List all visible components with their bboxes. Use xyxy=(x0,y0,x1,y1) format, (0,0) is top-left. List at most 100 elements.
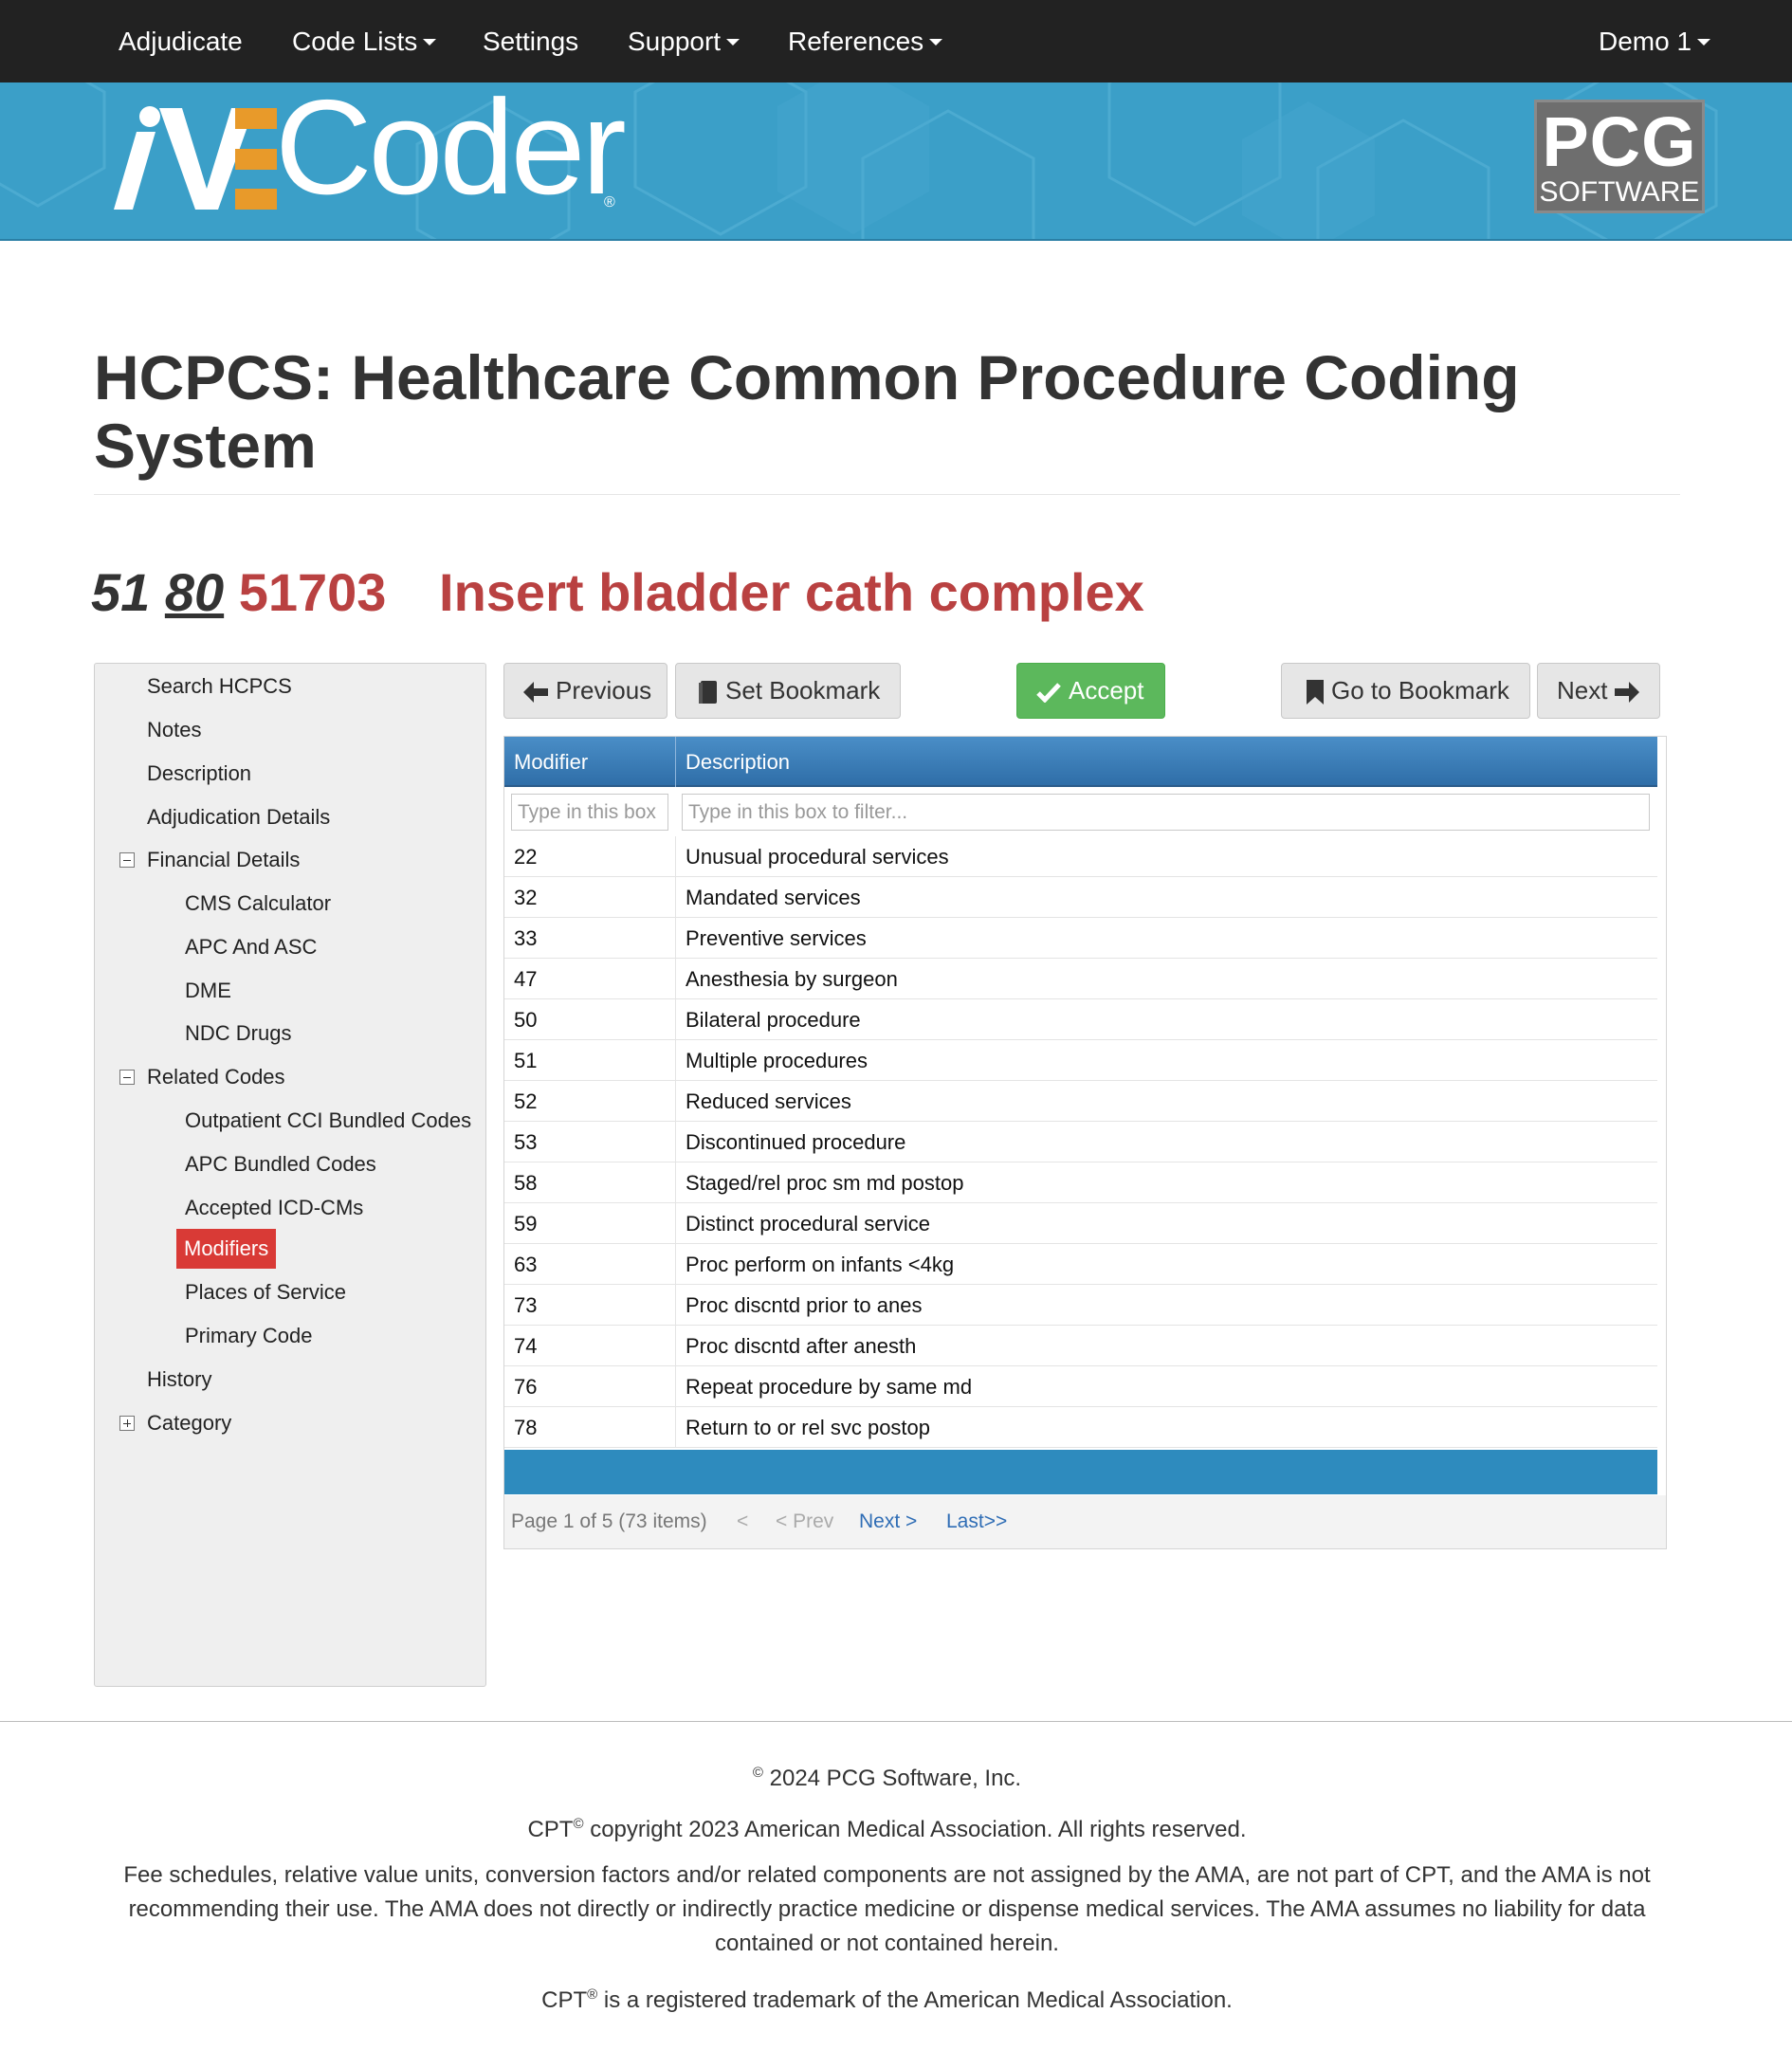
nav-adjudicate[interactable]: Adjudicate xyxy=(119,0,243,82)
row-description: Repeat procedure by same md xyxy=(686,1375,973,1399)
sidebar-item-outpatient-cci[interactable]: Outpatient CCI Bundled Codes xyxy=(185,1107,471,1134)
pcg-software-logo: PCG SOFTWARE xyxy=(1534,100,1705,213)
title-divider xyxy=(94,494,1680,495)
footer-cpt-copyright: CPT© copyright 2023 American Medical Ass… xyxy=(94,1807,1680,1847)
column-header-description[interactable]: Description xyxy=(676,737,790,787)
sidebar-item-places-of-service[interactable]: Places of Service xyxy=(185,1279,346,1306)
table-row[interactable]: 73 Proc discntd prior to anes xyxy=(504,1285,1657,1326)
sidebar-item-primary-code[interactable]: Primary Code xyxy=(185,1323,312,1349)
row-description: Bilateral procedure xyxy=(686,1008,861,1032)
table-row[interactable]: 32 Mandated services xyxy=(504,877,1657,918)
nav-settings[interactable]: Settings xyxy=(483,0,578,82)
sidebar-item-adjudication-details[interactable]: Adjudication Details xyxy=(147,804,330,831)
pager-first: < xyxy=(737,1510,749,1532)
copyright-text: 2024 PCG Software, Inc. xyxy=(769,1766,1022,1791)
sidebar-item-history[interactable]: History xyxy=(147,1366,211,1393)
sidebar-item-ndc-drugs[interactable]: NDC Drugs xyxy=(185,1020,291,1047)
row-modifier: 52 xyxy=(514,1089,538,1113)
pager-next[interactable]: Next > xyxy=(859,1495,917,1548)
row-description: Staged/rel proc sm md postop xyxy=(686,1171,964,1195)
table-row[interactable]: 63 Proc perform on infants <4kg xyxy=(504,1244,1657,1285)
table-row[interactable]: 74 Proc discntd after anesth xyxy=(504,1326,1657,1366)
registered-mark: ® xyxy=(604,194,615,210)
caret-down-icon xyxy=(726,38,741,46)
user-menu[interactable]: Demo 1 xyxy=(1599,0,1711,82)
table-row[interactable]: 51 Multiple procedures xyxy=(504,1040,1657,1081)
table-row[interactable]: 50 Bilateral procedure xyxy=(504,999,1657,1040)
row-description: Return to or rel svc postop xyxy=(686,1416,931,1439)
collapse-related-codes-icon[interactable] xyxy=(119,1070,135,1085)
page-title: HCPCS: Healthcare Common Procedure Codin… xyxy=(94,342,1520,481)
row-modifier: 32 xyxy=(514,886,538,909)
sidebar-item-dme[interactable]: DME xyxy=(185,978,231,1004)
sidebar-item-category[interactable]: Category xyxy=(147,1410,231,1437)
code-heading: 51 80 51703 Insert bladder cath complex xyxy=(91,561,1144,624)
row-modifier: 58 xyxy=(514,1171,538,1195)
pager: Page 1 of 5 (73 items) < < Prev Next > L… xyxy=(504,1495,1666,1548)
accept-label: Accept xyxy=(1069,676,1144,705)
trademark-symbol: ® xyxy=(587,1986,598,2003)
table-row[interactable]: 47 Anesthesia by surgeon xyxy=(504,959,1657,999)
arrow-right-icon xyxy=(1615,682,1640,704)
trademark-prefix: CPT xyxy=(541,1987,588,2013)
footer-disclaimer: Fee schedules, relative value units, con… xyxy=(123,1862,1651,1956)
sidebar-item-accepted-icd-cms[interactable]: Accepted ICD-CMs xyxy=(185,1195,363,1221)
cpt-copyright-symbol: © xyxy=(573,1816,584,1832)
row-description: Proc discntd prior to anes xyxy=(686,1293,923,1317)
nav-code-lists[interactable]: Code Lists xyxy=(292,0,437,82)
pager-prev: < Prev xyxy=(776,1510,834,1532)
collapse-financial-icon[interactable] xyxy=(119,852,135,868)
set-bookmark-button[interactable]: Set Bookmark xyxy=(675,663,901,719)
caret-down-icon xyxy=(423,38,437,46)
sidebar-item-related-codes[interactable]: Related Codes xyxy=(147,1064,285,1090)
modifier-80-link[interactable]: 80 xyxy=(165,562,224,622)
row-description: Unusual procedural services xyxy=(686,845,949,869)
expand-category-icon[interactable] xyxy=(119,1416,135,1431)
table-row[interactable]: 76 Repeat procedure by same md xyxy=(504,1366,1657,1407)
sidebar-item-notes[interactable]: Notes xyxy=(147,717,201,743)
sidebar-item-cms-calculator[interactable]: CMS Calculator xyxy=(185,890,331,917)
sidebar-item-modifiers[interactable]: Modifiers xyxy=(176,1229,277,1269)
row-description: Multiple procedures xyxy=(686,1049,868,1072)
arrow-left-icon xyxy=(523,682,548,704)
modifier-filter-input[interactable]: Type in this box xyxy=(511,794,668,831)
sidebar-item-apc-bundled[interactable]: APC Bundled Codes xyxy=(185,1151,376,1178)
nav-adjudicate-label: Adjudicate xyxy=(119,27,243,56)
description-filter-input[interactable]: Type in this box to filter... xyxy=(682,794,1650,831)
set-bookmark-label: Set Bookmark xyxy=(725,676,881,705)
brand-banner: Coder ® PCG SOFTWARE xyxy=(0,82,1792,241)
table-row[interactable]: 58 Staged/rel proc sm md postop xyxy=(504,1162,1657,1203)
pager-last[interactable]: Last>> xyxy=(946,1495,1007,1548)
table-row[interactable]: 59 Distinct procedural service xyxy=(504,1203,1657,1244)
accept-button[interactable]: Accept xyxy=(1016,663,1165,719)
row-modifier: 53 xyxy=(514,1130,538,1154)
table-row[interactable]: 33 Preventive services xyxy=(504,918,1657,959)
sidebar-item-description[interactable]: Description xyxy=(147,760,251,787)
sidebar-item-search-hcpcs[interactable]: Search HCPCS xyxy=(147,673,292,700)
previous-button[interactable]: Previous xyxy=(503,663,667,719)
top-navbar: Adjudicate Code Lists Settings Support R… xyxy=(0,0,1792,82)
go-to-bookmark-button[interactable]: Go to Bookmark xyxy=(1281,663,1530,719)
row-modifier: 78 xyxy=(514,1416,538,1439)
next-button[interactable]: Next xyxy=(1537,663,1660,719)
table-row[interactable]: 52 Reduced services xyxy=(504,1081,1657,1122)
grid-header: Modifier Description xyxy=(504,737,1657,787)
table-row[interactable]: 78 Return to or rel svc postop xyxy=(504,1407,1657,1448)
nav-references[interactable]: References xyxy=(788,0,943,82)
table-row[interactable]: 22 Unusual procedural services xyxy=(504,836,1657,877)
ivecoder-logo-icon xyxy=(114,106,277,210)
trademark-text: is a registered trademark of the America… xyxy=(603,1987,1233,2013)
sidebar-item-financial-details[interactable]: Financial Details xyxy=(147,847,300,873)
nav-support[interactable]: Support xyxy=(628,0,741,82)
procedure-code: 51703 xyxy=(238,562,387,622)
row-modifier: 74 xyxy=(514,1334,538,1358)
sidebar-item-apc-asc[interactable]: APC And ASC xyxy=(185,934,317,961)
column-header-modifier[interactable]: Modifier xyxy=(504,737,588,787)
footer-divider xyxy=(0,1721,1792,1722)
row-modifier: 59 xyxy=(514,1212,538,1235)
book-icon xyxy=(699,681,717,705)
pager-status: Page 1 of 5 (73 items) xyxy=(511,1510,707,1532)
nav-settings-label: Settings xyxy=(483,27,579,56)
table-row[interactable]: 53 Discontinued procedure xyxy=(504,1122,1657,1162)
copyright-symbol: © xyxy=(752,1765,763,1781)
